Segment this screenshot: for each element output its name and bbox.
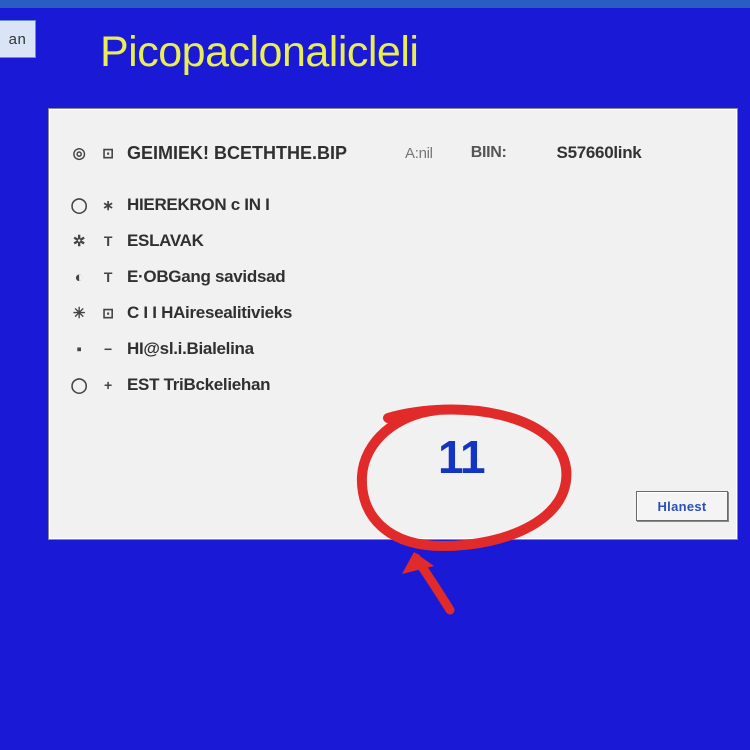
list-item[interactable]: ◎ ⊡ GEIMIEK! BCETHTHE.BIP A:nil BIIN: S5… bbox=[69, 133, 717, 173]
item-glyph: ∗ bbox=[99, 197, 117, 214]
circle-icon: ◯ bbox=[69, 376, 89, 394]
left-tab-fragment-text: an bbox=[9, 31, 27, 48]
square-icon: ▪ bbox=[69, 341, 89, 358]
item-meta: S57660link bbox=[557, 143, 642, 163]
page-title: Picopaclonalicleli bbox=[100, 28, 418, 77]
item-label: GEIMIEK! BCETHTHE.BIP bbox=[127, 143, 347, 164]
list-item[interactable]: ▪ − HI@sl.i.Bialelina bbox=[69, 331, 717, 367]
list-item[interactable]: ✳ ⊡ C I I HAiresealitivieks bbox=[69, 295, 717, 331]
annotation-arrow-icon bbox=[392, 544, 462, 616]
asterisk-icon: ✳ bbox=[69, 304, 89, 322]
item-glyph: T bbox=[99, 269, 117, 285]
item-label: C I I HAiresealitivieks bbox=[127, 303, 292, 323]
list-item[interactable]: ◯ + EST TriBckeliehan bbox=[69, 367, 717, 403]
radio-icon: ◎ bbox=[69, 144, 89, 162]
item-label: EST TriBckeliehan bbox=[127, 375, 270, 395]
item-glyph: T bbox=[99, 233, 117, 249]
list-item[interactable]: ◯ ∗ HIEREKRON c IN I bbox=[69, 187, 717, 223]
half-circle-icon: ◐ bbox=[69, 269, 89, 286]
item-glyph: − bbox=[99, 341, 117, 357]
item-glyph: ⊡ bbox=[99, 305, 117, 322]
left-tab-fragment[interactable]: an bbox=[0, 20, 36, 58]
item-meta: A:nil bbox=[405, 145, 433, 162]
options-panel: ◎ ⊡ GEIMIEK! BCETHTHE.BIP A:nil BIIN: S5… bbox=[48, 108, 738, 540]
confirm-button-label: Hlanest bbox=[657, 499, 706, 514]
item-label: E·OBGang savidsad bbox=[127, 267, 285, 287]
list-item[interactable]: ◐ T E·OBGang savidsad bbox=[69, 259, 717, 295]
confirm-button[interactable]: Hlanest bbox=[636, 491, 728, 521]
item-glyph: ⊡ bbox=[99, 145, 117, 162]
item-label: ESLAVAK bbox=[127, 231, 204, 251]
window-top-accent bbox=[0, 0, 750, 8]
item-glyph: + bbox=[99, 377, 117, 393]
item-label: HI@sl.i.Bialelina bbox=[127, 339, 254, 359]
list-item[interactable]: ✲ T ESLAVAK bbox=[69, 223, 717, 259]
item-meta: BIIN: bbox=[471, 144, 507, 162]
circle-icon: ◯ bbox=[69, 196, 89, 214]
item-label: HIEREKRON c IN I bbox=[127, 195, 270, 215]
annotation-number: 11 bbox=[438, 430, 485, 484]
star-icon: ✲ bbox=[69, 232, 89, 250]
